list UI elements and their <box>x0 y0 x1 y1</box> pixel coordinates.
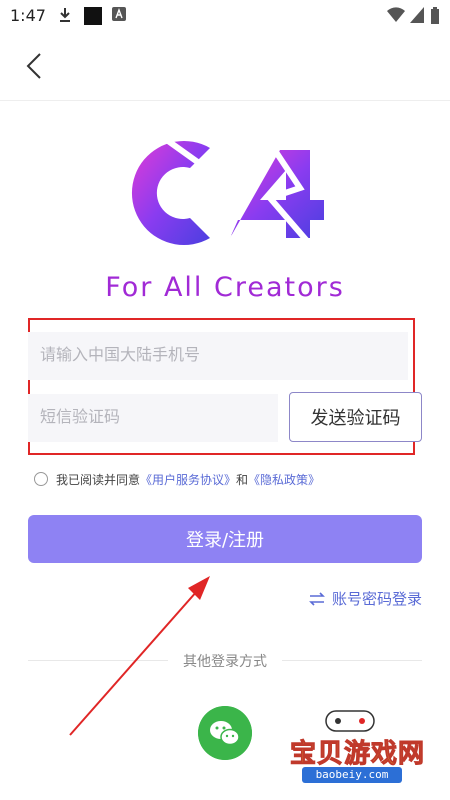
account-password-login[interactable]: 账号密码登录 <box>308 588 422 609</box>
phone-input[interactable] <box>28 332 408 380</box>
back-icon[interactable] <box>20 50 50 82</box>
download-icon <box>60 8 70 22</box>
watermark: 宝贝游戏网 baobeiy.com <box>290 705 430 785</box>
c4-logo <box>131 128 324 258</box>
agree-radio[interactable] <box>34 472 48 486</box>
watermark-url: baobeiy.com <box>302 767 402 783</box>
account-login-label: 账号密码登录 <box>331 590 422 608</box>
tagline: For All Creators <box>105 272 345 303</box>
user-agreement-link[interactable]: 《用户服务协议》 <box>140 471 236 488</box>
status-time: 1:47 <box>10 6 46 25</box>
watermark-title: 宝贝游戏网 <box>290 739 426 770</box>
privacy-policy-link[interactable]: 《隐私政策》 <box>248 471 320 488</box>
agree-prefix: 我已阅读并同意 <box>56 472 141 487</box>
signal-icon <box>410 7 424 23</box>
switch-icon <box>309 591 325 606</box>
annotation-arrow <box>69 576 210 736</box>
agreement-row: 我已阅读并同意 《用户服务协议》 和 《隐私政策》 <box>34 470 320 488</box>
battery-icon <box>431 7 439 24</box>
wifi-icon <box>387 7 405 23</box>
square-icon <box>84 7 102 25</box>
font-icon <box>112 7 126 21</box>
sms-code-input[interactable] <box>28 394 278 442</box>
gamepad-icon <box>325 710 375 732</box>
header <box>0 30 450 101</box>
send-code-button[interactable]: 发送验证码 <box>289 392 422 442</box>
agree-and: 和 <box>236 472 249 487</box>
status-bar: 1:47 <box>0 0 450 30</box>
login-register-button[interactable]: 登录/注册 <box>28 515 422 563</box>
